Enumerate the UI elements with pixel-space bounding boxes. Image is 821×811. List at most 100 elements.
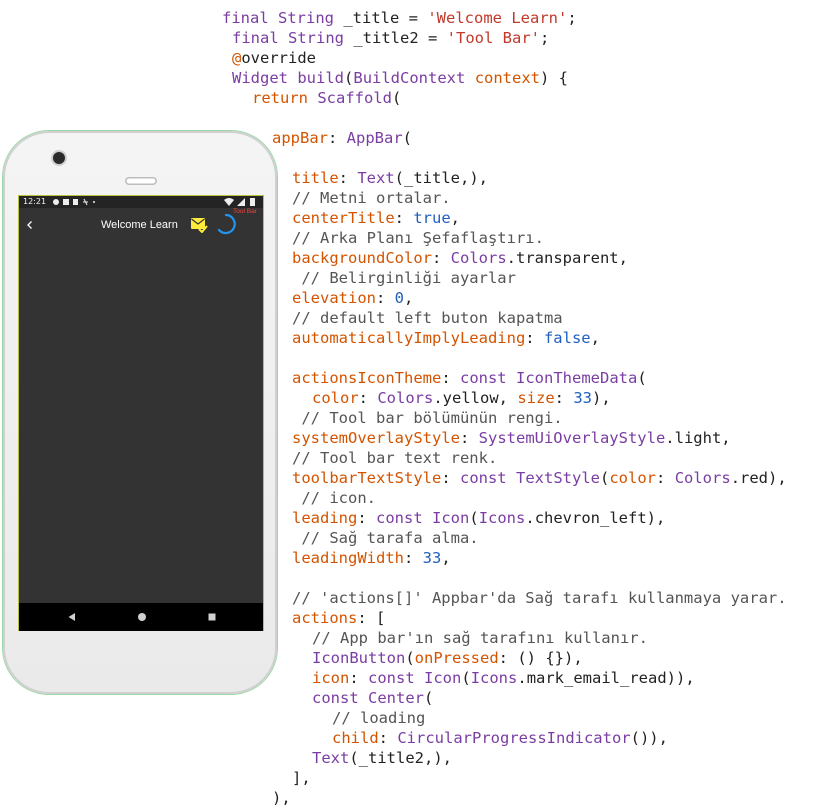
code-token: : (357, 509, 376, 527)
code-token: .red), (730, 469, 787, 487)
code-line: // Metni ortalar. (292, 188, 451, 208)
code-line: final String _title = 'Welcome Learn'; (222, 8, 577, 28)
code-line: elevation: 0, (292, 288, 413, 308)
code-token: appBar (272, 129, 328, 147)
code-token: Icon (424, 669, 462, 687)
storage-icon (73, 199, 78, 205)
code-token: : (441, 369, 460, 387)
code-token: const (376, 509, 423, 527)
code-line: // Tool bar bölümünün rengi. (292, 408, 562, 428)
code-token: CircularProgressIndicator (397, 729, 631, 747)
speaker-grille (125, 177, 157, 185)
code-token: size (517, 389, 555, 407)
code-line: title: Text(_title,), (292, 168, 488, 188)
more-dot-icon (93, 201, 95, 203)
code-token: Icons (470, 669, 518, 687)
code-token: ( (469, 509, 479, 527)
home-circle-icon[interactable] (137, 612, 147, 622)
code-token: Colors (450, 249, 507, 267)
code-token: : (358, 389, 378, 407)
code-token: : (328, 129, 347, 147)
code-token: false (543, 329, 591, 347)
code-token: // Metni ortalar. (292, 189, 451, 207)
phone-screen: 12:21 Welcome Learn Tool Bar (19, 196, 263, 630)
code-token: ( (392, 89, 402, 107)
status-icons-right (224, 198, 255, 206)
code-token: icon (312, 669, 350, 687)
code-token: // Tool bar text renk. (292, 449, 498, 467)
code-line: ), (272, 788, 291, 808)
code-token: : (459, 429, 479, 447)
code-token: : (349, 669, 368, 687)
code-token: backgroundColor (292, 249, 432, 267)
code-token: Icons (478, 509, 526, 527)
code-line: final String _title2 = 'Tool Bar'; (232, 28, 549, 48)
settings-icon (53, 199, 59, 205)
code-token: IconThemeData (516, 369, 638, 387)
code-token: , (450, 209, 460, 227)
code-token: ( (637, 369, 647, 387)
code-token: ), (272, 789, 291, 807)
code-token: (_title2,), (349, 749, 452, 767)
code-token: , (404, 289, 414, 307)
phone-mockup: 12:21 Welcome Learn Tool Bar (3, 131, 277, 694)
code-token: ( (344, 69, 354, 87)
code-token: centerTitle (292, 209, 395, 227)
code-token: , (590, 329, 600, 347)
code-token: automaticallyImplyLeading (292, 329, 526, 347)
back-triangle-icon[interactable] (67, 612, 77, 622)
code-token: BuildContext (353, 69, 466, 87)
code-line: const Center( (312, 688, 433, 708)
code-token: : [ (357, 609, 386, 627)
code-token: true (413, 209, 451, 227)
code-token: : (441, 469, 460, 487)
code-line: // Arka Planı Şefaflaştırı. (292, 228, 544, 248)
circular-progress-icon (217, 213, 236, 235)
code-token: // Arka Planı Şefaflaştırı. (292, 229, 544, 247)
status-time: 12:21 (23, 197, 47, 206)
code-token: _title = (334, 9, 428, 27)
code-token: _title2 = (344, 29, 447, 47)
code-token: : (376, 289, 395, 307)
mark-email-read-icon[interactable] (190, 216, 208, 233)
code-token: .transparent, (506, 249, 628, 267)
code-token: : (525, 329, 544, 347)
code-token: ; (567, 9, 577, 27)
code-token: ) { (540, 69, 569, 87)
code-token: // App bar'ın sağ tarafını kullanır. (312, 629, 648, 647)
code-token: .mark_email_read)), (517, 669, 695, 687)
code-token: toolbarTextStyle (292, 469, 442, 487)
code-token: Center (368, 689, 425, 707)
front-camera-icon (53, 152, 65, 164)
code-token: : (378, 729, 398, 747)
recents-square-icon[interactable] (207, 612, 217, 622)
code-token: ( (402, 129, 413, 147)
code-line: // App bar'ın sağ tarafını kullanır. (312, 628, 648, 648)
code-token: String (278, 9, 335, 27)
code-token: Colors (674, 469, 731, 487)
code-token: // loading (332, 709, 426, 727)
code-token: @ (232, 49, 242, 67)
mic-off-icon (83, 198, 88, 206)
code-token: ( (600, 469, 610, 487)
code-token: : (554, 389, 574, 407)
code-token: IconButton (312, 649, 406, 667)
code-token: return (252, 89, 308, 107)
code-token: .light, (665, 429, 731, 447)
code-token: ()), (630, 729, 668, 747)
app-bar-title: Welcome Learn (101, 219, 178, 231)
code-token: child (332, 729, 379, 747)
code-line: // 'actions[]' Appbar'da Sağ tarafı kull… (292, 588, 787, 608)
code-token: Colors (377, 389, 434, 407)
code-token: .chevron_left), (525, 509, 666, 527)
code-token: : (403, 549, 423, 567)
code-token: // icon. (292, 489, 376, 507)
code-token: const (459, 469, 507, 487)
code-line: // Sağ tarafa alma. (292, 528, 478, 548)
code-token: // 'actions[]' Appbar'da Sağ tarafı kull… (292, 589, 787, 607)
chevron-left-icon[interactable] (25, 220, 35, 230)
code-token: 'Tool Bar' (446, 29, 540, 47)
